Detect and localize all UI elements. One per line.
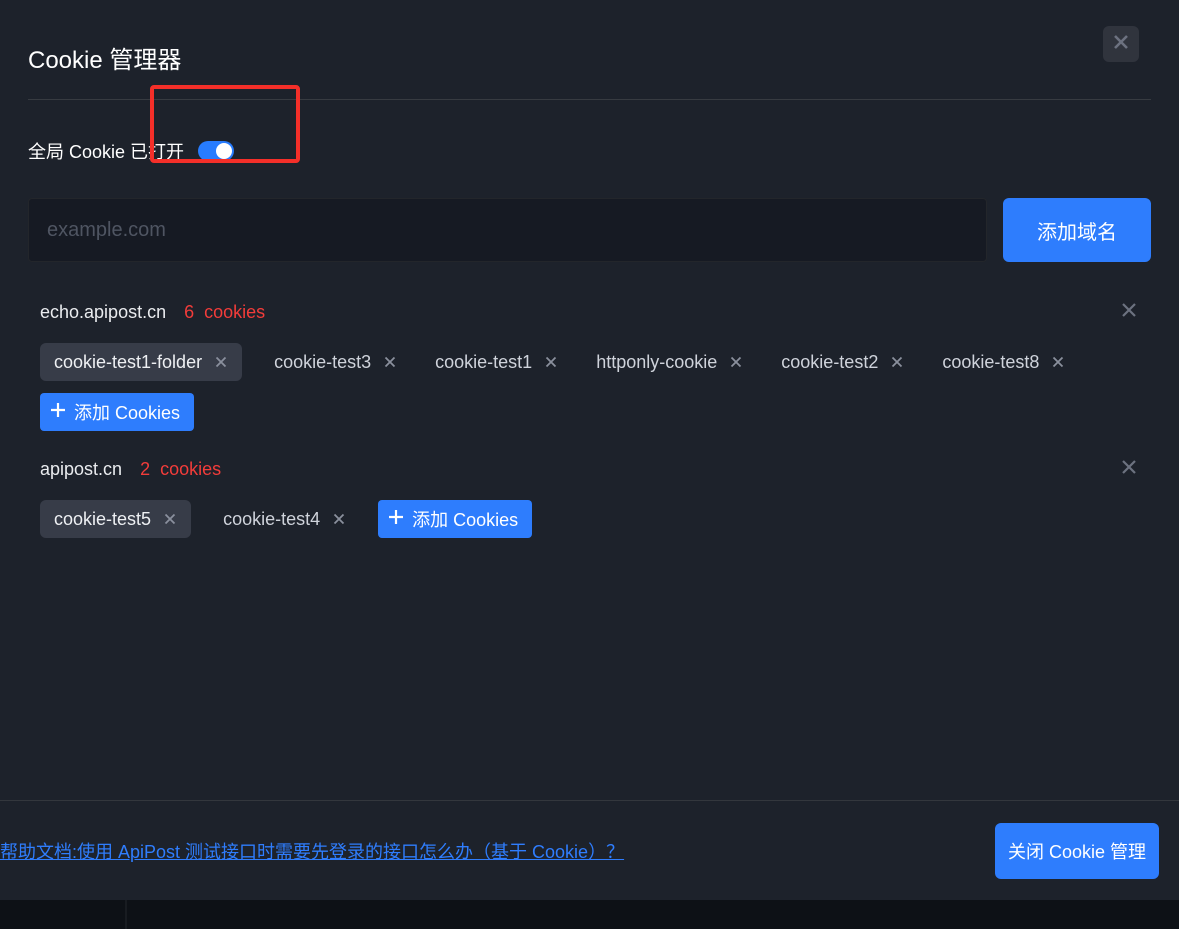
modal-header: Cookie 管理器 (0, 0, 1179, 99)
plus-icon (388, 509, 404, 530)
global-cookie-toggle[interactable] (198, 141, 234, 161)
close-button[interactable] (1103, 26, 1139, 62)
cookie-chip[interactable]: cookie-test8 (936, 343, 1071, 381)
cookie-manager-modal: Cookie 管理器 全局 Cookie 已打开 添加域名 echo.apipo… (0, 0, 1179, 900)
cookie-chip[interactable]: cookie-test4 (217, 500, 352, 538)
delete-domain-button[interactable] (1119, 303, 1139, 323)
cookie-chip-label: cookie-test8 (942, 352, 1039, 373)
add-cookies-label: 添加 Cookies (74, 399, 180, 425)
domain-name: apipost.cn (40, 459, 122, 480)
app-shell-footer-divider (125, 900, 127, 929)
header-divider (28, 99, 1151, 100)
global-cookie-toggle-row: 全局 Cookie 已打开 (0, 122, 1179, 180)
cookie-chip[interactable]: httponly-cookie (590, 343, 749, 381)
modal-title: Cookie 管理器 (28, 40, 181, 75)
domain-block: echo.apipost.cn 6 cookies cookie-test1-fol… (40, 302, 1139, 431)
close-icon (1121, 459, 1137, 480)
cookie-chip-label: cookie-test4 (223, 509, 320, 530)
modal-footer: 帮助文档:使用 ApiPost 测试接口时需要先登录的接口怎么办（基于 Cook… (0, 800, 1179, 900)
cookie-chip-list: cookie-test1-folder cookie-test3 cookie-te… (40, 343, 1139, 431)
cookie-chip-label: httponly-cookie (596, 352, 717, 373)
domain-header: apipost.cn 2 cookies (40, 459, 1139, 480)
remove-cookie-button[interactable] (214, 355, 228, 369)
remove-cookie-button[interactable] (163, 512, 177, 526)
cookie-chip-label: cookie-test3 (274, 352, 371, 373)
remove-cookie-button[interactable] (544, 355, 558, 369)
domain-input[interactable] (28, 198, 987, 262)
close-icon (215, 352, 227, 373)
cookie-chip-label: cookie-test1-folder (54, 352, 202, 373)
add-cookies-button[interactable]: 添加 Cookies (40, 393, 194, 431)
cookie-chip-label: cookie-test1 (435, 352, 532, 373)
close-icon (164, 509, 176, 530)
close-icon (384, 352, 396, 373)
cookie-chip[interactable]: cookie-test5 (40, 500, 191, 538)
domain-cookie-count: 2 cookies (140, 459, 221, 480)
close-icon (1052, 352, 1064, 373)
remove-cookie-button[interactable] (890, 355, 904, 369)
cookie-chip-label: cookie-test2 (781, 352, 878, 373)
close-icon (730, 352, 742, 373)
cookie-chip-list: cookie-test5 cookie-test4 添加 Cookies (40, 500, 1139, 538)
close-icon (333, 509, 345, 530)
domain-header: echo.apipost.cn 6 cookies (40, 302, 1139, 323)
close-icon (891, 352, 903, 373)
close-icon (545, 352, 557, 373)
close-cookie-manager-button[interactable]: 关闭 Cookie 管理 (995, 823, 1159, 879)
domain-block: apipost.cn2 cookiescookie-test5cookie-te… (40, 459, 1139, 538)
add-domain-button[interactable]: 添加域名 (1003, 198, 1151, 262)
app-shell-footer (0, 900, 1179, 929)
cookie-chip[interactable]: cookie-test1-folder (40, 343, 242, 381)
help-doc-link[interactable]: 帮助文档:使用 ApiPost 测试接口时需要先登录的接口怎么办（基于 Cook… (0, 838, 624, 864)
cookie-chip-label: cookie-test5 (54, 509, 151, 530)
global-cookie-toggle-label: 全局 Cookie 已打开 (28, 138, 184, 164)
remove-cookie-button[interactable] (332, 512, 346, 526)
add-domain-row: 添加域名 (0, 180, 1179, 262)
cookie-chip[interactable]: cookie-test1 (429, 343, 564, 381)
plus-icon (50, 402, 66, 423)
cookie-chip[interactable]: cookie-test3 (268, 343, 403, 381)
remove-cookie-button[interactable] (729, 355, 743, 369)
close-icon (1113, 33, 1129, 56)
add-cookies-label: 添加 Cookies (412, 506, 518, 532)
domain-name: echo.apipost.cn (40, 302, 166, 323)
cookie-chip[interactable]: cookie-test2 (775, 343, 910, 381)
close-icon (1121, 302, 1137, 323)
remove-cookie-button[interactable] (1051, 355, 1065, 369)
add-cookies-button[interactable]: 添加 Cookies (378, 500, 532, 538)
remove-cookie-button[interactable] (383, 355, 397, 369)
delete-domain-button[interactable] (1119, 460, 1139, 480)
domain-cookie-count: 6 cookies (184, 302, 265, 323)
